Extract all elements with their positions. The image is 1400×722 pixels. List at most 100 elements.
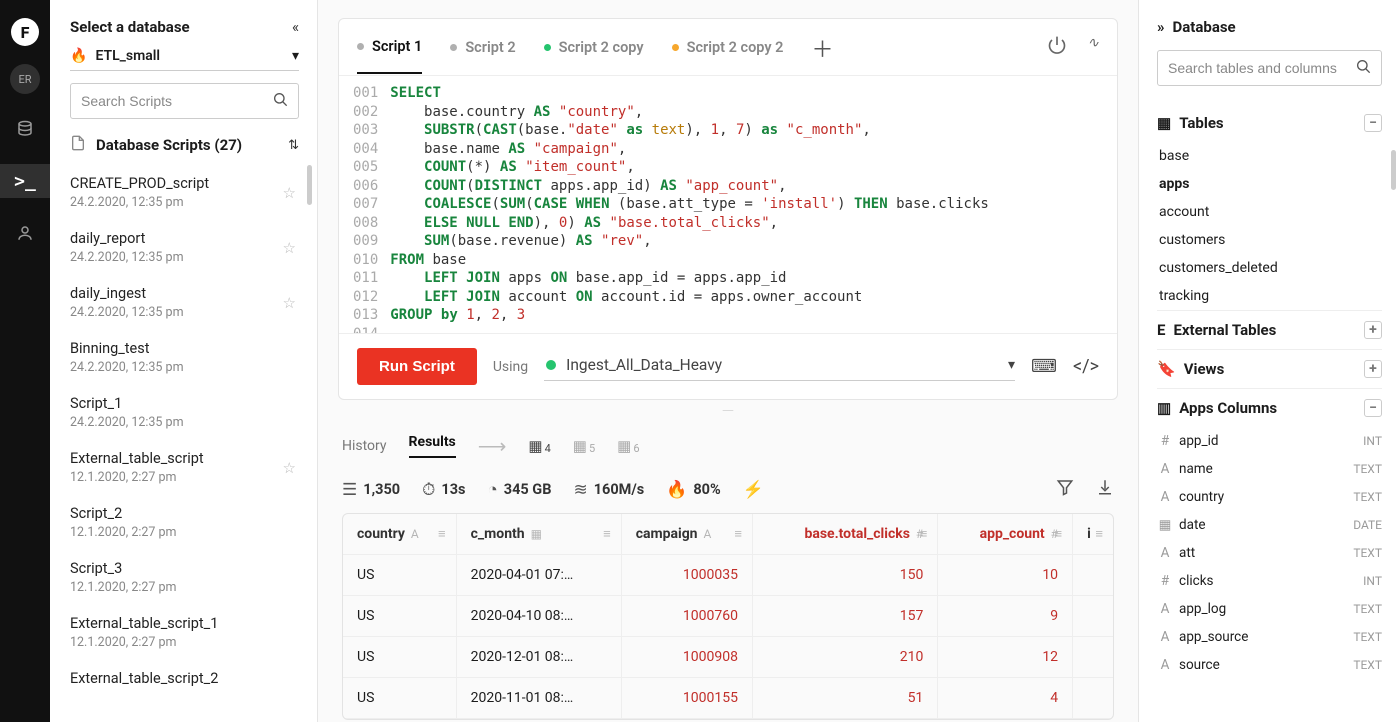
app-logo[interactable]: F	[11, 18, 39, 46]
table-row[interactable]: US2020-11-01 08:…1000155514	[343, 678, 1113, 719]
caret-down-icon: ▾	[1008, 357, 1015, 373]
script-item[interactable]: CREATE_PROD_script24.2.2020, 12:35 pm☆	[50, 165, 314, 220]
script-item[interactable]: daily_ingest24.2.2020, 12:35 pm☆	[50, 275, 314, 330]
table-item[interactable]: account	[1157, 198, 1382, 226]
tab[interactable]: Script 2 copy 2	[672, 20, 784, 74]
search-scripts-box[interactable]	[70, 83, 299, 119]
column-item[interactable]: AnameTEXT	[1157, 455, 1382, 483]
column-header[interactable]: campaignA≡	[621, 514, 752, 555]
table-item[interactable]: tracking	[1157, 282, 1382, 310]
download-icon[interactable]	[1096, 478, 1114, 501]
script-item[interactable]: Script_212.1.2020, 2:27 pm	[50, 495, 314, 550]
column-item[interactable]: Aapp_logTEXT	[1157, 595, 1382, 623]
code-brackets-icon[interactable]: </>	[1073, 356, 1099, 377]
table-item[interactable]: apps	[1157, 170, 1382, 198]
result-set-1[interactable]: ▦4	[528, 437, 550, 455]
section-tables[interactable]: ▦Tables −	[1157, 104, 1382, 142]
tables-list[interactable]: baseappsaccountcustomerscustomers_delete…	[1157, 142, 1382, 310]
columns-list[interactable]: #app_idINTAnameTEXTAcountryTEXT▦dateDATE…	[1157, 427, 1382, 679]
collapse-columns-button[interactable]: −	[1364, 399, 1382, 417]
script-item[interactable]: External_table_script_2	[50, 660, 314, 700]
column-filter-icon[interactable]: ≡	[438, 526, 446, 542]
add-external-button[interactable]: +	[1364, 321, 1382, 339]
list-icon: ☰	[342, 480, 357, 500]
table-item[interactable]: base	[1157, 142, 1382, 170]
stat-hot: 🔥80%	[666, 480, 721, 500]
filter-icon[interactable]	[1056, 478, 1074, 501]
nav-rail: F ER >_	[0, 0, 50, 722]
column-item[interactable]: AsourceTEXT	[1157, 651, 1382, 679]
database-selector[interactable]: 🔥ETL_small ▾	[70, 46, 299, 71]
search-tables-input[interactable]	[1168, 60, 1355, 76]
chevron-right-icon[interactable]: »	[1157, 18, 1165, 36]
bookmark-icon: 🔖	[1157, 360, 1176, 378]
star-icon[interactable]: ☆	[283, 239, 296, 257]
column-item[interactable]: #clicksINT	[1157, 567, 1382, 595]
run-script-button[interactable]: Run Script	[357, 348, 477, 385]
users-icon[interactable]	[0, 216, 50, 250]
keyboard-icon[interactable]: ⌨︎	[1031, 356, 1057, 377]
column-header[interactable]: base.total_clicks#≡	[752, 514, 937, 555]
column-item[interactable]: ▦dateDATE	[1157, 511, 1382, 539]
tab-bar: Script 1 Script 2 Script 2 copy Script 2 co…	[339, 19, 1117, 75]
script-item[interactable]: Binning_test24.2.2020, 12:35 pm	[50, 330, 314, 385]
column-header[interactable]: c_month▦≡	[456, 514, 621, 555]
star-icon[interactable]: ☆	[283, 184, 296, 202]
tab-history[interactable]: History	[342, 438, 387, 454]
search-scripts-input[interactable]	[81, 93, 272, 109]
column-filter-icon[interactable]: ≡	[734, 526, 742, 542]
script-item[interactable]: Script_312.1.2020, 2:27 pm	[50, 550, 314, 605]
column-header[interactable]: app_count#≡	[938, 514, 1073, 555]
column-filter-icon[interactable]: ≡	[1054, 526, 1062, 542]
table-row[interactable]: US2020-04-10 08:…10007601579	[343, 596, 1113, 637]
collapse-panel-icon[interactable]: «	[292, 18, 299, 36]
format-icon[interactable]: ∿	[1087, 35, 1099, 59]
column-header[interactable]: i≡	[1073, 514, 1113, 555]
script-item[interactable]: External_table_script12.1.2020, 2:27 pm☆	[50, 440, 314, 495]
engine-selector[interactable]: Ingest_All_Data_Heavy ▾	[544, 352, 1015, 381]
new-tab-button[interactable]: ＋	[811, 18, 833, 81]
section-columns[interactable]: ▥Apps Columns −	[1157, 388, 1382, 427]
power-icon[interactable]	[1047, 35, 1067, 59]
collapse-section-button[interactable]: −	[1364, 114, 1382, 132]
script-item[interactable]: daily_report24.2.2020, 12:35 pm☆	[50, 220, 314, 275]
sql-editor-icon[interactable]: >_	[0, 164, 50, 198]
table-item[interactable]: customers_deleted	[1157, 254, 1382, 282]
resize-handle[interactable]: ⏤	[318, 400, 1138, 424]
script-item[interactable]: Script_124.2.2020, 12:35 pm	[50, 385, 314, 440]
result-set-3[interactable]: ▦6	[617, 437, 639, 455]
column-item[interactable]: #app_idINT	[1157, 427, 1382, 455]
using-label: Using	[493, 359, 528, 375]
column-header[interactable]: countryA≡	[343, 514, 456, 555]
table-row[interactable]: US2020-12-01 08:…100090821012	[343, 637, 1113, 678]
add-view-button[interactable]: +	[1364, 360, 1382, 378]
next-result-icon[interactable]: ⟶	[478, 434, 507, 458]
result-set-2[interactable]: ▦5	[573, 437, 595, 455]
tab[interactable]: Script 2 copy	[544, 20, 644, 74]
column-filter-icon[interactable]: ≡	[1095, 526, 1103, 542]
tab-results[interactable]: Results	[409, 434, 456, 458]
script-list[interactable]: CREATE_PROD_script24.2.2020, 12:35 pm☆da…	[50, 165, 317, 722]
search-tables-box[interactable]	[1157, 50, 1382, 86]
column-filter-icon[interactable]: ≡	[603, 526, 611, 542]
column-item[interactable]: AattTEXT	[1157, 539, 1382, 567]
column-item[interactable]: Aapp_sourceTEXT	[1157, 623, 1382, 651]
databases-icon[interactable]	[0, 112, 50, 146]
stat-tuning[interactable]: ⚡	[743, 480, 764, 500]
avatar[interactable]: ER	[10, 64, 40, 94]
script-item[interactable]: External_table_script_112.1.2020, 2:27 p…	[50, 605, 314, 660]
code-editor[interactable]: 0010020030040050060070080090100110120130…	[339, 75, 1117, 333]
table-item[interactable]: customers	[1157, 226, 1382, 254]
tab[interactable]: Script 1	[357, 20, 422, 74]
caret-down-icon: ▾	[292, 48, 299, 64]
sort-toggle-icon[interactable]: ⇅	[288, 138, 299, 153]
section-external-tables[interactable]: EExternal Tables +	[1157, 310, 1382, 349]
column-item[interactable]: AcountryTEXT	[1157, 483, 1382, 511]
results-table[interactable]: countryA≡c_month▦≡campaignA≡base.total_c…	[342, 513, 1114, 720]
section-views[interactable]: 🔖Views +	[1157, 349, 1382, 388]
table-row[interactable]: US2020-04-01 07:…100003515010	[343, 555, 1113, 596]
column-filter-icon[interactable]: ≡	[920, 526, 928, 542]
tab[interactable]: Script 2	[450, 20, 515, 74]
star-icon[interactable]: ☆	[283, 294, 296, 312]
star-icon[interactable]: ☆	[283, 459, 296, 477]
